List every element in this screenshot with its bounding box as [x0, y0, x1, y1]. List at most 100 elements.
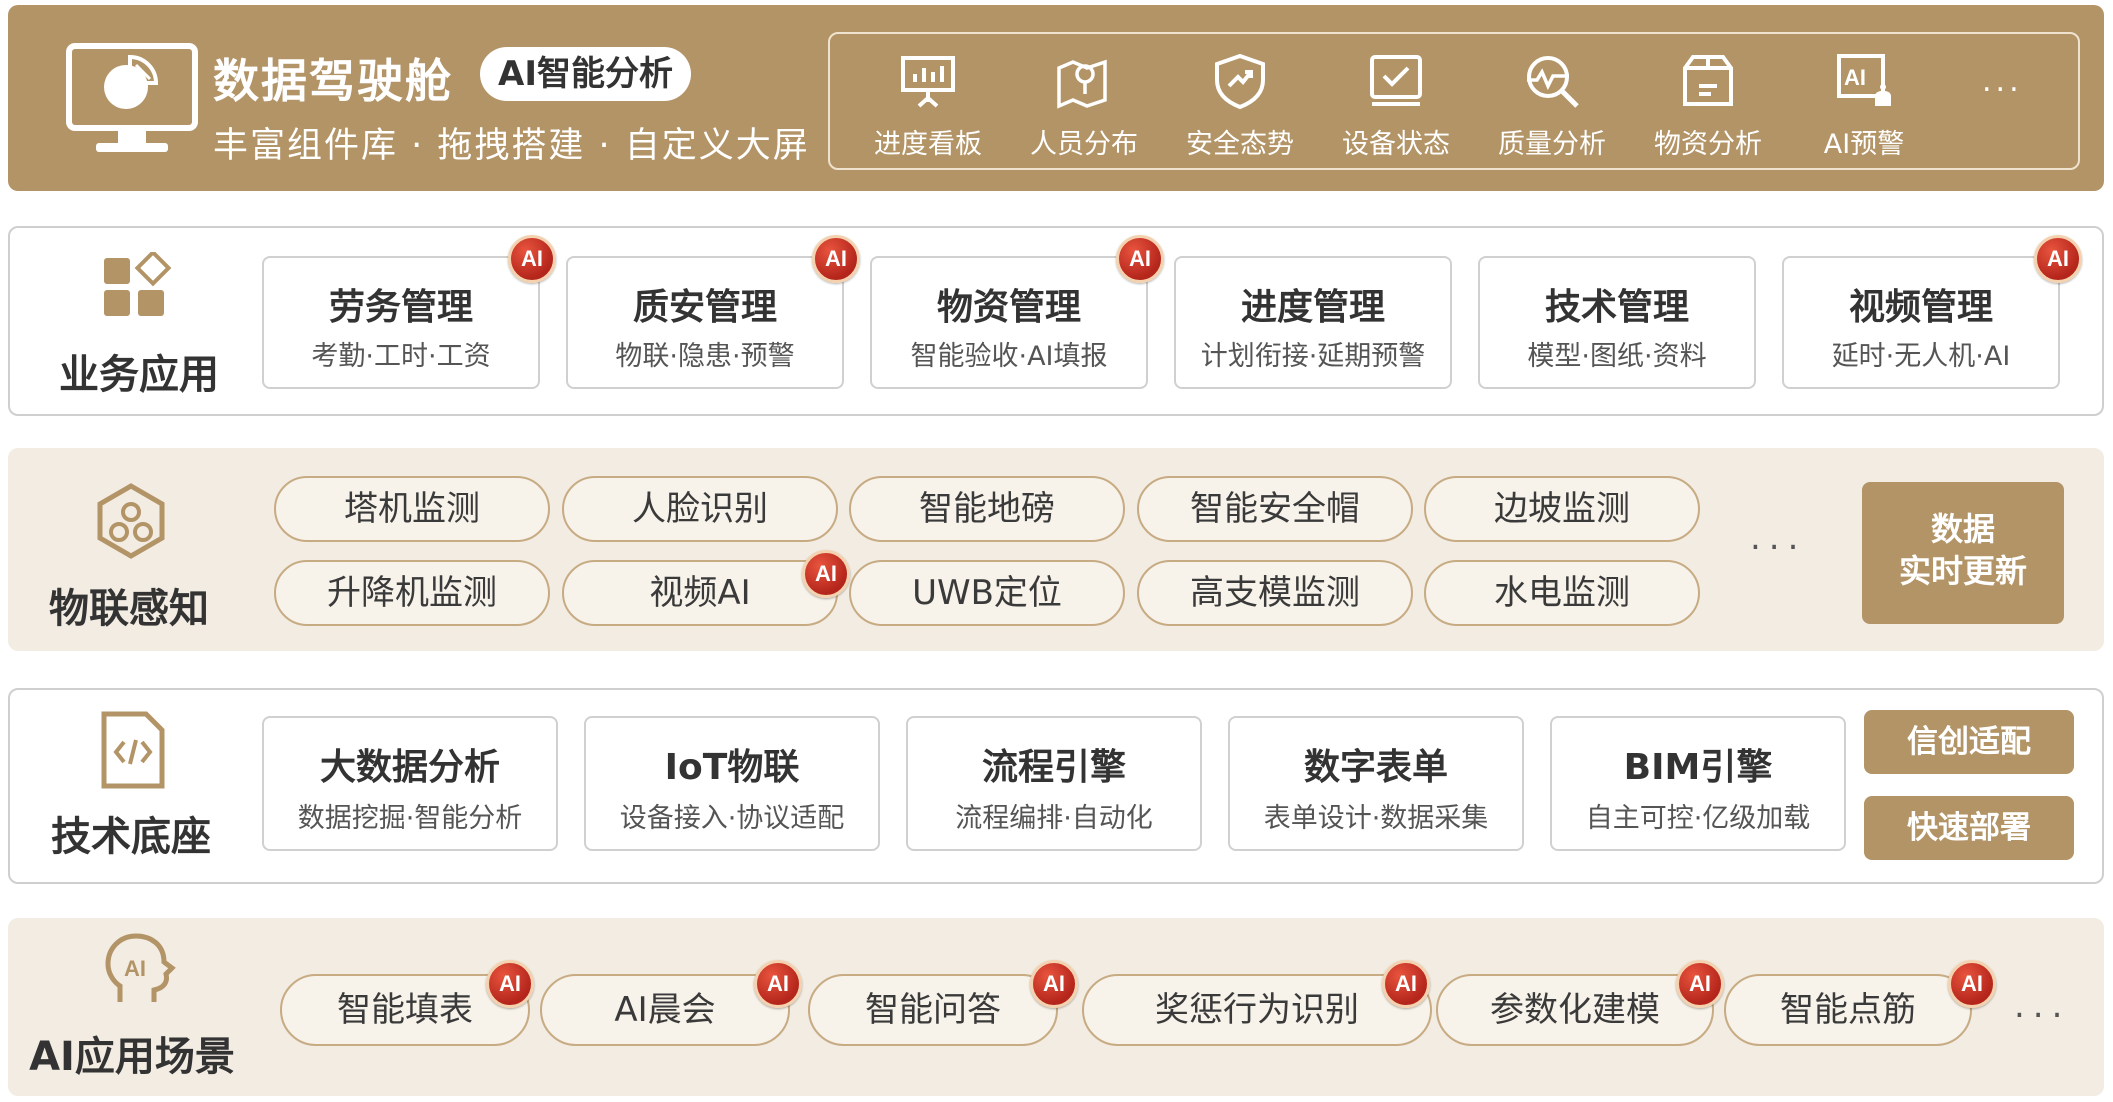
app-card-labor[interactable]: 劳务管理 考勤·工时·工资: [262, 256, 540, 389]
card-title: 技术管理: [1544, 287, 1689, 328]
module-label: 质量分析: [1498, 129, 1606, 160]
tech-card-digital-form[interactable]: 数字表单 表单设计·数据采集: [1228, 716, 1524, 851]
module-label: 物资分析: [1654, 129, 1762, 160]
ai-badge: AI: [1382, 960, 1430, 1008]
map-pin-icon: [1057, 59, 1107, 109]
app-card-material[interactable]: 物资管理 智能验收·AI填报: [870, 256, 1148, 389]
svg-text:AI: AI: [1844, 65, 1866, 90]
module-staff-distribution[interactable]: 人员分布: [1006, 52, 1162, 160]
app-grid-icon: [104, 252, 172, 316]
ai-scene-smart-qa[interactable]: 智能问答: [808, 974, 1058, 1046]
cockpit-header: 数据驾驶舱 AI智能分析 丰富组件库 · 拖拽搭建 · 自定义大屏 进度看板 人…: [8, 5, 2104, 191]
app-card-technical[interactable]: 技术管理 模型·图纸·资料: [1478, 256, 1756, 389]
card-title: 数字表单: [1303, 747, 1448, 788]
more-ai-scenes-ellipsis[interactable]: ...: [2014, 986, 2070, 1026]
svg-text:AI: AI: [124, 956, 146, 981]
tech-card-bim[interactable]: BIM引擎 自主可控·亿级加载: [1550, 716, 1846, 851]
card-title: 进度管理: [1240, 287, 1385, 328]
card-title: 劳务管理: [328, 287, 473, 328]
card-subtitle: 智能验收·AI填报: [910, 341, 1108, 372]
app-card-video[interactable]: 视频管理 延时·无人机·AI: [1782, 256, 2060, 389]
code-file-icon: [101, 711, 165, 789]
card-subtitle: 设备接入·协议适配: [619, 803, 845, 834]
more-iot-ellipsis[interactable]: ...: [1750, 518, 1806, 558]
ai-scenes-row-title: AI应用场景: [29, 1034, 235, 1080]
ai-scenes-row: AI AI应用场景 智能填表 AI晨会 智能问答 奖惩行为识别 参数化建模 智能…: [8, 918, 2104, 1096]
iot-smart-weighbridge[interactable]: 智能地磅: [849, 476, 1125, 542]
iot-slope-monitoring[interactable]: 边坡监测: [1424, 476, 1700, 542]
tech-card-big-data[interactable]: 大数据分析 数据挖掘·智能分析: [262, 716, 558, 851]
monitor-chart-icon: [66, 43, 198, 152]
ai-head-icon: AI: [105, 933, 176, 1002]
module-label: 设备状态: [1342, 129, 1450, 160]
card-subtitle: 数据挖掘·智能分析: [297, 803, 523, 834]
module-safety-status[interactable]: 安全态势: [1162, 52, 1318, 160]
card-subtitle: 物联·隐患·预警: [615, 341, 795, 372]
business-row-title: 业务应用: [59, 352, 219, 398]
realtime-update-badge: 数据 实时更新: [1862, 482, 2064, 624]
iot-water-power-monitoring[interactable]: 水电监测: [1424, 560, 1700, 626]
ai-scene-behavior-recognition[interactable]: 奖惩行为识别: [1082, 974, 1432, 1046]
cockpit-title: 数据驾驶舱: [213, 54, 453, 108]
card-title: BIM引擎: [1623, 747, 1773, 788]
ai-analysis-badge: AI智能分析: [480, 47, 691, 101]
cockpit-subtitle: 丰富组件库 · 拖拽搭建 · 自定义大屏: [213, 126, 810, 166]
iot-smart-helmet[interactable]: 智能安全帽: [1137, 476, 1413, 542]
ai-badge: AI: [1676, 960, 1724, 1008]
tech-card-iot[interactable]: IoT物联 设备接入·协议适配: [584, 716, 880, 851]
iot-formwork-monitoring[interactable]: 高支模监测: [1137, 560, 1413, 626]
presentation-board-icon: [901, 56, 955, 108]
ai-alert-icon: AI: [1837, 54, 1891, 106]
card-subtitle: 自主可控·亿级加载: [1585, 803, 1811, 834]
ai-badge: AI: [812, 235, 860, 283]
card-title: 流程引擎: [981, 747, 1126, 788]
ai-scene-morning-meeting[interactable]: AI晨会: [540, 974, 790, 1046]
module-ai-warning[interactable]: AI AI预警: [1786, 52, 1942, 160]
ai-badge: AI: [1030, 960, 1078, 1008]
module-label: 人员分布: [1030, 129, 1138, 160]
card-subtitle: 考勤·工时·工资: [311, 341, 491, 372]
business-apps-row: 业务应用 劳务管理 考勤·工时·工资 质安管理 物联·隐患·预警 物资管理 智能…: [8, 226, 2104, 416]
ai-badge: AI: [754, 960, 802, 1008]
module-progress-board[interactable]: 进度看板: [850, 52, 1006, 160]
module-label: AI预警: [1823, 129, 1905, 160]
card-title: 视频管理: [1848, 287, 1993, 328]
iot-elevator-monitoring[interactable]: 升降机监测: [274, 560, 550, 626]
module-material-analysis[interactable]: 物资分析: [1630, 52, 1786, 160]
card-title: 大数据分析: [319, 747, 500, 788]
box-icon: [1683, 55, 1733, 106]
quick-deploy-button[interactable]: 快速部署: [1864, 796, 2074, 860]
app-card-progress[interactable]: 进度管理 计划衔接·延期预警: [1174, 256, 1452, 389]
magnifier-trend-icon: [1527, 56, 1579, 108]
tech-foundation-row: 技术底座 大数据分析 数据挖掘·智能分析 IoT物联 设备接入·协议适配 流程引…: [8, 688, 2104, 884]
iot-hexagon-icon: [97, 483, 165, 559]
ai-badge: AI: [508, 235, 556, 283]
module-label: 进度看板: [874, 129, 982, 160]
app-card-quality-safety[interactable]: 质安管理 物联·隐患·预警: [566, 256, 844, 389]
iot-face-recognition[interactable]: 人脸识别: [562, 476, 838, 542]
dashboard-module-list: 进度看板 人员分布 安全态势 设备状态 质量分析 物资分析 AI AI预警 ..…: [828, 32, 2080, 170]
module-quality-analysis[interactable]: 质量分析: [1474, 52, 1630, 160]
module-device-status[interactable]: 设备状态: [1318, 52, 1474, 160]
ai-scene-parametric-modeling[interactable]: 参数化建模: [1436, 974, 1714, 1046]
more-modules-ellipsis[interactable]: ...: [1982, 64, 2023, 99]
iot-row-title: 物联感知: [49, 586, 209, 632]
ai-badge: AI: [802, 550, 850, 598]
ai-scene-smart-rebar[interactable]: 智能点筋: [1724, 974, 1972, 1046]
card-title: 物资管理: [936, 287, 1081, 328]
card-subtitle: 模型·图纸·资料: [1527, 341, 1707, 372]
shield-trend-icon: [1215, 53, 1265, 110]
ai-badge: AI: [1116, 235, 1164, 283]
module-label: 安全态势: [1186, 129, 1294, 160]
iot-tower-crane[interactable]: 塔机监测: [274, 476, 550, 542]
card-subtitle: 表单设计·数据采集: [1263, 803, 1489, 834]
card-subtitle: 计划衔接·延期预警: [1200, 341, 1426, 372]
tech-card-workflow[interactable]: 流程引擎 流程编排·自动化: [906, 716, 1202, 851]
device-check-icon: [1370, 55, 1422, 106]
iot-uwb-positioning[interactable]: UWB定位: [849, 560, 1125, 626]
iot-sensing-row: 物联感知 塔机监测 人脸识别 智能地磅 智能安全帽 边坡监测 升降机监测 视频A…: [8, 448, 2104, 651]
realtime-line-2: 实时更新: [1898, 552, 2027, 590]
realtime-line-1: 数据: [1930, 510, 1995, 548]
xinchuang-adaptation-button[interactable]: 信创适配: [1864, 710, 2074, 774]
iot-video-ai[interactable]: 视频AI: [562, 560, 838, 626]
